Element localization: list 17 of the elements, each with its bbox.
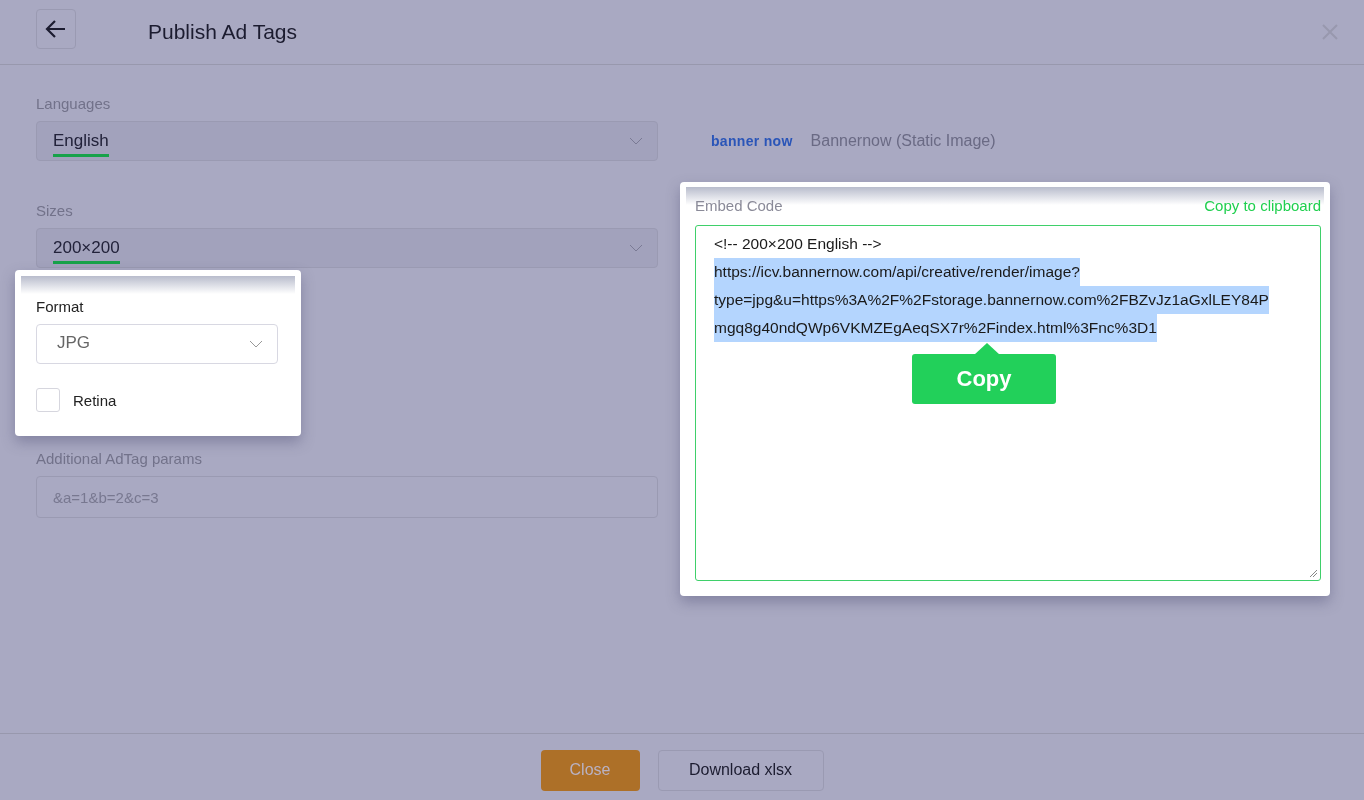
dialog-title: Publish Ad Tags <box>148 20 299 44</box>
selected-code-text: type=jpg&u=https%3A%2F%2Fstorage.bannernow.com%2FBZvJz1aGxlLEY84P <box>714 286 1269 314</box>
selected-code-text: https://icv.bannernow.com/api/creative/render/image? <box>714 258 1080 286</box>
selected-code-text: mgq8g40ndQWp6VKMZEgAeqSX7r%2Findex.html%3Fnc%3D1 <box>714 314 1157 342</box>
format-select[interactable]: JPG <box>36 324 278 364</box>
field-label: Embed Code <box>695 197 783 214</box>
embed-code-field[interactable]: <!-- 200×200 English --> https://icv.bannernow.com/api/creative/render/image? type=jpg&u=https%3A%2F%2Fstorage.bannernow.com%2FBZvJz1aGxlLEY84P mgq8g40ndQWp6VKMZEgAeqSX7r%2Findex.html%3Fnc%3D1 Copy <box>695 225 1321 581</box>
secondary-button[interactable]: Download xlsx <box>657 749 824 791</box>
field-label: Additional AdTag params <box>36 450 203 467</box>
field-label: Languages <box>36 95 112 112</box>
field-label: Format <box>36 298 85 315</box>
size-select[interactable]: 200×200 <box>36 228 658 268</box>
field-label: Sizes <box>36 202 74 219</box>
language-select[interactable]: English <box>36 121 658 161</box>
logo-text: banner now <box>711 133 793 149</box>
provider-name: Bannernow (Static Image) <box>810 132 996 150</box>
checkbox-label: Retina <box>73 391 117 409</box>
